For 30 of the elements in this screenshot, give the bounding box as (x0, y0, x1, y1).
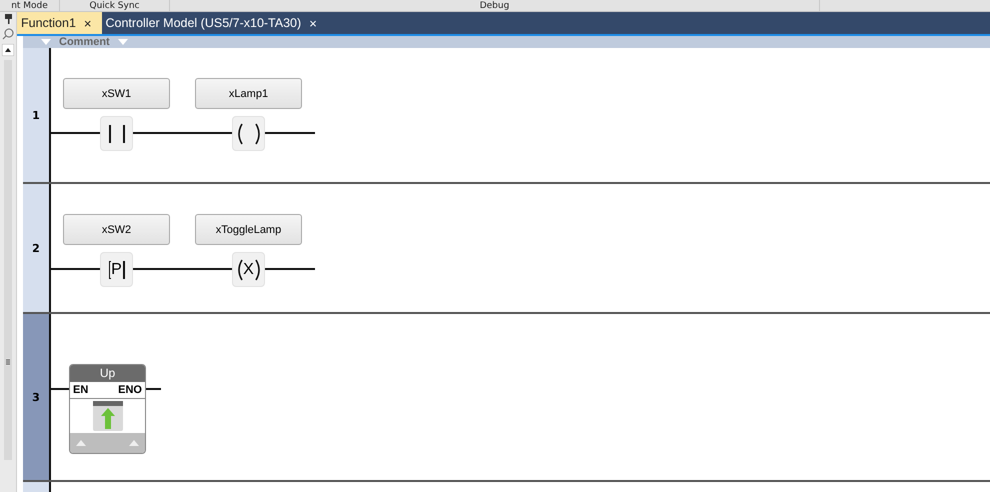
rung-number[interactable]: 3 (23, 314, 51, 480)
coil-symbol[interactable] (232, 116, 265, 151)
document-tab[interactable]: Controller Model (US5/7-x10-TA30) × (102, 12, 327, 34)
menu-tab[interactable]: nt Mode (0, 0, 60, 11)
block-title: Up (70, 365, 145, 382)
rung-number[interactable]: 2 (23, 184, 51, 312)
triangle-icon (129, 440, 139, 446)
coil-symbol[interactable]: X (232, 252, 265, 287)
triangle-icon (76, 440, 86, 446)
variable-label[interactable]: xSW1 (63, 78, 170, 109)
rung-number[interactable]: 1 (23, 48, 51, 182)
close-icon[interactable]: × (84, 16, 92, 30)
variable-label[interactable]: xLamp1 (195, 78, 302, 109)
coil-modifier: X (242, 262, 255, 278)
output-pin: ENO (118, 384, 142, 396)
contact-modifier: P (110, 262, 123, 278)
menu-tab[interactable]: Quick Sync (60, 0, 170, 11)
variable-label[interactable]: xToggleLamp (195, 214, 302, 245)
contact-symbol[interactable]: P (100, 252, 133, 287)
close-icon[interactable]: × (309, 16, 317, 30)
contact-symbol[interactable] (100, 116, 133, 151)
input-pin: EN (73, 384, 88, 396)
function-block[interactable]: Up EN ENO (69, 364, 146, 454)
variable-label[interactable]: xSW2 (63, 214, 170, 245)
document-tab[interactable]: Function1 × (17, 12, 102, 34)
comment-label: Comment (59, 36, 110, 48)
pin-icon[interactable] (4, 14, 12, 24)
scroll-up-icon[interactable] (2, 44, 14, 56)
menu-tab[interactable]: Debug (170, 0, 820, 11)
search-icon[interactable] (2, 28, 14, 40)
